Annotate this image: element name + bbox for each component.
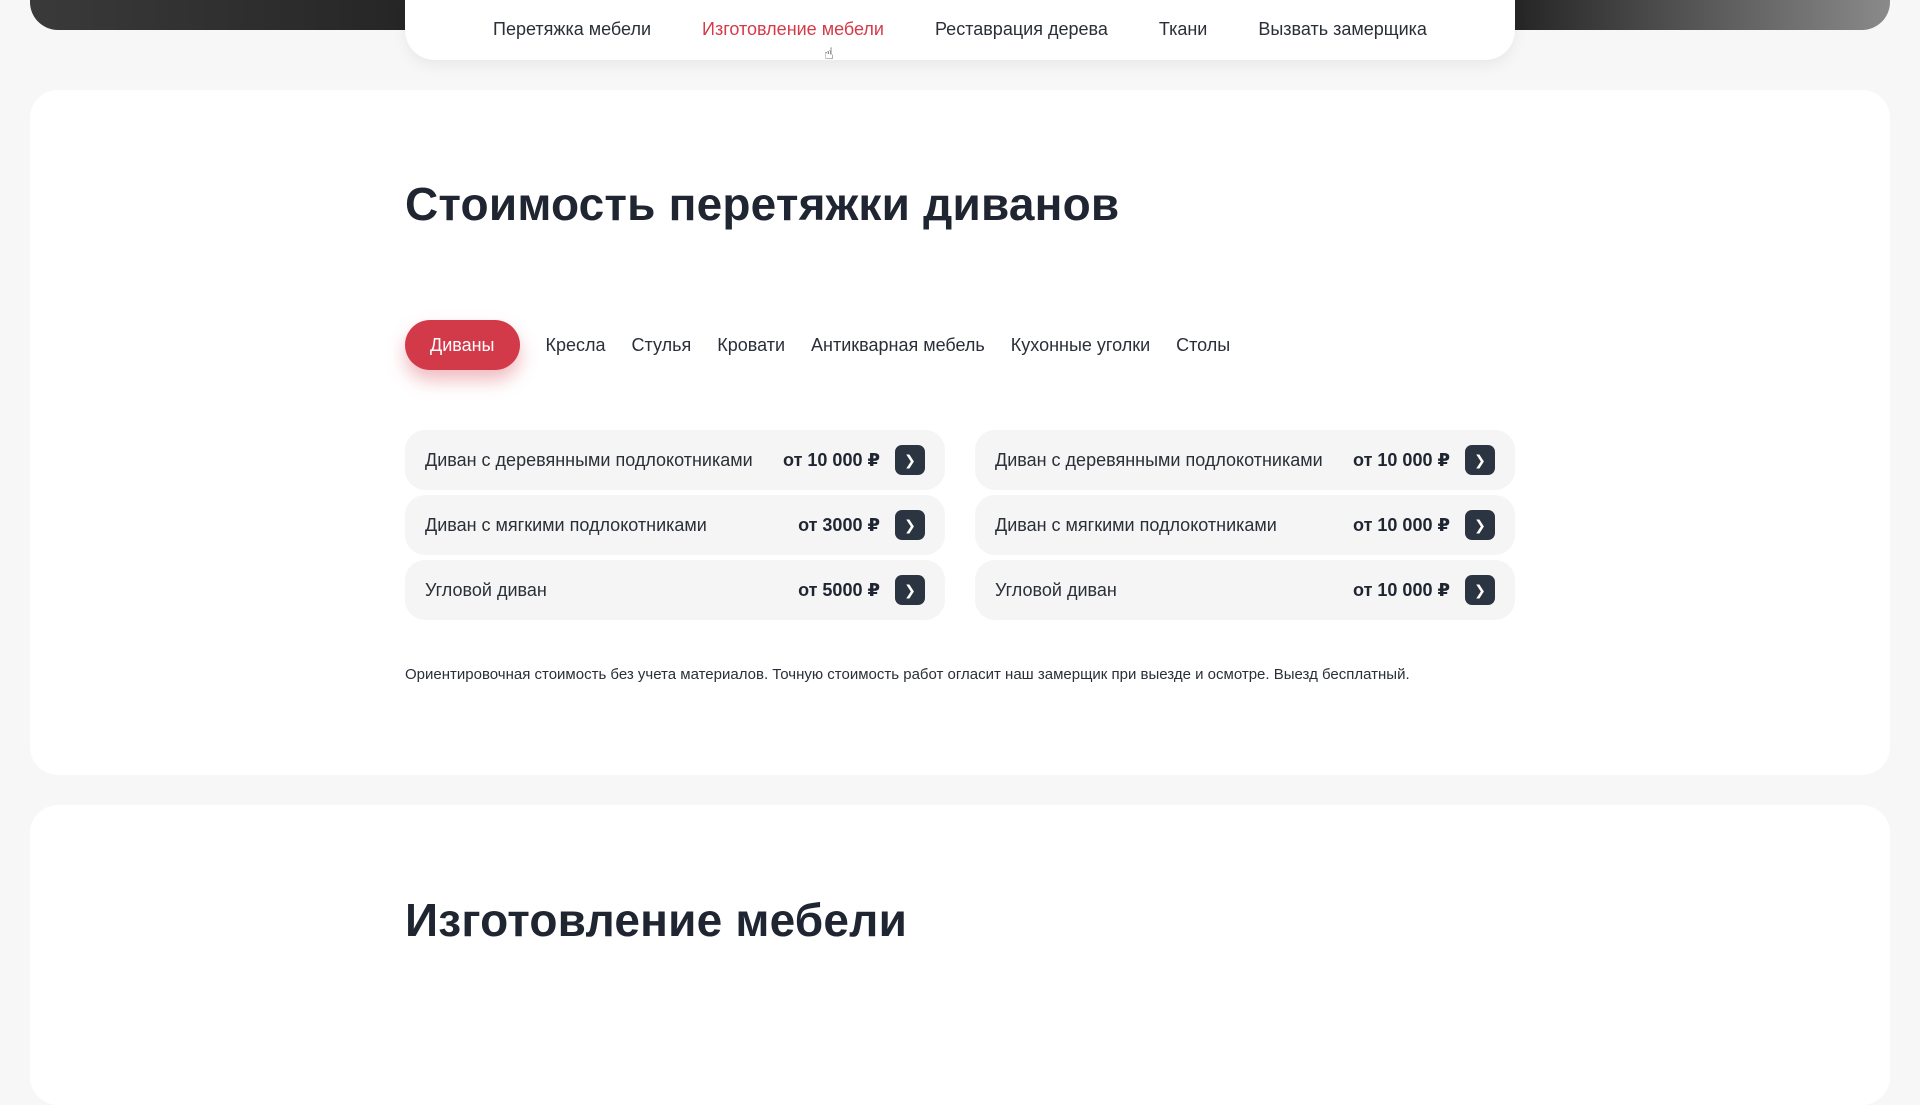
item-price: от 5000 ₽ [798, 579, 880, 600]
tab-beds[interactable]: Кровати [717, 320, 785, 370]
chevron-right-icon[interactable]: ❯ [1465, 445, 1495, 475]
section-title: Изготовление мебели [405, 894, 908, 946]
tab-armchairs[interactable]: Кресла [546, 320, 606, 370]
nav-item-wood-restoration[interactable]: Реставрация дерева [935, 19, 1108, 40]
price-disclaimer: Ориентировочная стоимость без учета мате… [405, 666, 1410, 683]
price-row[interactable]: Угловой диван от 5000 ₽ ❯ [405, 560, 945, 620]
item-name: Диван с деревянными подлокотниками [425, 449, 753, 470]
top-navigation: Перетяжка мебели Изготовление мебели Рес… [405, 0, 1515, 60]
item-price: от 10 000 ₽ [1353, 514, 1450, 535]
tab-chairs[interactable]: Стулья [632, 320, 692, 370]
item-name: Угловой диван [425, 579, 547, 600]
item-name: Угловой диван [995, 579, 1117, 600]
tab-kitchen-corners[interactable]: Кухонные уголки [1011, 320, 1150, 370]
nav-item-call-measurer[interactable]: Вызвать замерщика [1258, 19, 1427, 40]
manufacture-section: Изготовление мебели [30, 805, 1890, 1105]
price-list: Диван с деревянными подлокотниками от 10… [405, 430, 1515, 620]
item-price: от 10 000 ₽ [783, 449, 880, 470]
tab-tables[interactable]: Столы [1176, 320, 1230, 370]
item-name: Диван с мягкими подлокотниками [425, 514, 707, 535]
item-price: от 3000 ₽ [798, 514, 880, 535]
price-row[interactable]: Диван с мягкими подлокотниками от 3000 ₽… [405, 495, 945, 555]
category-tabs: Диваны Кресла Стулья Кровати Антикварная… [405, 320, 1230, 370]
item-name: Диван с деревянными подлокотниками [995, 449, 1323, 470]
chevron-right-icon[interactable]: ❯ [895, 445, 925, 475]
price-row[interactable]: Диван с деревянными подлокотниками от 10… [405, 430, 945, 490]
tab-sofas[interactable]: Диваны [405, 320, 520, 370]
chevron-right-icon[interactable]: ❯ [1465, 510, 1495, 540]
item-price: от 10 000 ₽ [1353, 449, 1450, 470]
price-row[interactable]: Угловой диван от 10 000 ₽ ❯ [975, 560, 1515, 620]
item-price: от 10 000 ₽ [1353, 579, 1450, 600]
tab-antique-furniture[interactable]: Антикварная мебель [811, 320, 985, 370]
prices-section: Стоимость перетяжки диванов Диваны Кресл… [30, 90, 1890, 775]
chevron-right-icon[interactable]: ❯ [1465, 575, 1495, 605]
chevron-right-icon[interactable]: ❯ [895, 510, 925, 540]
price-row[interactable]: Диван с мягкими подлокотниками от 10 000… [975, 495, 1515, 555]
section-title: Стоимость перетяжки диванов [405, 178, 1120, 230]
nav-item-manufacture[interactable]: Изготовление мебели [702, 19, 884, 40]
item-name: Диван с мягкими подлокотниками [995, 514, 1277, 535]
price-row[interactable]: Диван с деревянными подлокотниками от 10… [975, 430, 1515, 490]
nav-item-upholstery[interactable]: Перетяжка мебели [493, 19, 651, 40]
hand-cursor-icon: ☝ [824, 46, 834, 63]
chevron-right-icon[interactable]: ❯ [895, 575, 925, 605]
nav-item-fabrics[interactable]: Ткани [1159, 19, 1207, 40]
